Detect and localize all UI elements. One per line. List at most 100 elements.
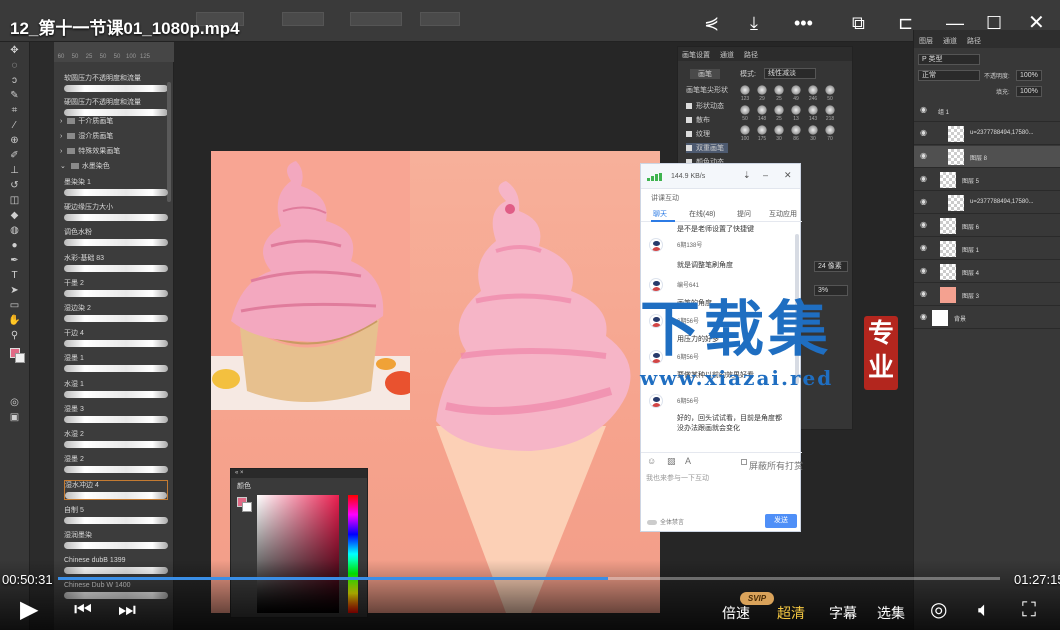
play-icon[interactable]: ▶ [20,598,38,622]
mini-mode-icon[interactable]: ⊏ [898,12,913,34]
brush-tip[interactable] [791,85,801,95]
path-select-icon[interactable]: ➤ [8,285,22,297]
brush-preset[interactable]: 湿润墨染 [64,531,168,549]
brush-tip[interactable] [825,85,835,95]
visibility-eye-icon[interactable]: ◉ [920,221,928,229]
tab-layers[interactable]: 图层 [919,36,933,46]
brush-tip[interactable] [774,105,784,115]
quick-select-tool-icon[interactable]: ✎ [8,90,22,102]
layer-row[interactable]: ◉ 图层 5 [914,169,1060,191]
brush-tip[interactable] [757,125,767,135]
mute-all-toggle[interactable]: 全体禁言 [647,517,684,526]
layer-row[interactable]: ◉ 图层 3 [914,284,1060,306]
quality-button[interactable]: 超清 [777,603,805,623]
zoom-tool-icon[interactable]: ⚲ [8,330,22,342]
checkbox[interactable] [741,458,747,465]
chat-input[interactable]: 我也来参与一下互动 [646,473,796,483]
move-tool-icon[interactable]: ✥ [8,45,22,57]
background-color-swatch[interactable] [242,502,252,512]
brush-tip[interactable] [757,105,767,115]
brush-preset[interactable]: 硬圆压力不透明度和流量 [64,98,168,116]
brush-tip[interactable] [808,105,818,115]
send-button[interactable]: 发送 [765,514,797,528]
brush-preset-button[interactable]: 画笔 [690,69,720,79]
type-tool-icon[interactable]: T [8,270,22,282]
brush-preset[interactable]: 湿墨 1 [64,354,168,373]
brush-size[interactable]: 125 [138,54,152,60]
fill-field[interactable]: 100% [1016,86,1042,97]
checkbox[interactable] [686,103,692,110]
mode-select[interactable]: 线性减淡 [764,68,816,79]
size-field[interactable]: 24 像素 [814,261,848,272]
settings-icon[interactable]: ◎ [930,598,947,622]
tab-channels[interactable]: 通道 [943,36,957,46]
visibility-eye-icon[interactable]: ◉ [920,175,928,183]
brush-size[interactable]: 50 [68,54,82,60]
episodes-button[interactable]: 选集 [877,603,905,623]
brush-size[interactable]: 25 [82,54,96,60]
eyedropper-tool-icon[interactable]: ⁄ [8,120,22,132]
layer-row[interactable]: ◉ 图层 4 [914,261,1060,283]
brush-preset[interactable]: 自制 5 [64,506,168,524]
layer-row[interactable]: ◉ 图层 6 [914,215,1060,237]
brush-size[interactable]: 60 [54,54,68,60]
fullscreen-icon[interactable]: ⛶ [1022,598,1036,622]
visibility-eye-icon[interactable]: ◉ [920,313,928,321]
brush-tip[interactable] [791,105,801,115]
hand-tool-icon[interactable]: ✋ [8,315,22,327]
emoji-icon[interactable]: ☺ [647,456,656,466]
speed-button[interactable]: 倍速 [722,603,750,623]
ps-option-field[interactable] [282,12,324,26]
opacity-field[interactable]: 100% [1016,70,1042,81]
tab-channels[interactable]: 通道 [720,50,734,60]
pip-icon[interactable]: ⧉ [852,12,865,34]
brush-tip[interactable] [774,125,784,135]
brush-preset[interactable]: 湿墨 3 [64,405,168,423]
ps-option-field[interactable] [350,12,402,26]
option-shape-dynamics[interactable]: 形状动态 [686,101,724,111]
blend-mode-select[interactable]: 正常 [918,70,980,81]
brush-tip[interactable] [825,125,835,135]
font-icon[interactable]: A [685,456,691,466]
visibility-eye-icon[interactable]: ◉ [920,198,928,206]
crop-tool-icon[interactable]: ⌗ [8,105,22,117]
brush-folder[interactable]: › 干介质画笔 [60,116,113,126]
tab-interactive-apps[interactable]: 互动应用 [769,209,797,219]
brush-preset[interactable]: 软圆压力不透明度和流量 [64,74,168,92]
brush-preset[interactable]: 干边 4 [64,329,168,348]
blur-tool-icon[interactable]: ◍ [8,225,22,237]
checkbox[interactable] [686,117,692,124]
previous-icon[interactable]: ⏮ [74,598,92,622]
shield-rewards-toggle[interactable]: 屏蔽所有打赏 [741,456,803,471]
checkbox[interactable] [686,145,692,152]
visibility-eye-icon[interactable]: ◉ [920,267,928,275]
layer-row[interactable]: ◉ u=2377788494,17580... [914,123,1060,145]
toggle-switch[interactable] [647,519,657,525]
tab-questions[interactable]: 提问 [737,209,751,219]
layer-row[interactable]: ◉ 图层 1 [914,238,1060,260]
tab-paths[interactable]: 路径 [967,36,981,46]
brush-folder[interactable]: › 特殊效果画笔 [60,146,120,156]
brush-tip[interactable] [825,105,835,115]
brush-preset[interactable]: 湿墨 2 [64,455,168,474]
visibility-eye-icon[interactable]: ◉ [920,290,928,298]
image-icon[interactable]: ▧ [667,456,676,467]
brush-preset[interactable]: 干墨 2 [64,279,168,297]
brush-tip[interactable] [757,85,767,95]
history-brush-icon[interactable]: ↺ [8,180,22,192]
eraser-tool-icon[interactable]: ◫ [8,195,22,207]
brush-tip[interactable] [791,125,801,135]
pen-tool-icon[interactable]: ✒ [8,255,22,267]
option-texture[interactable]: 纹理 [686,129,710,139]
screen-mode-icon[interactable]: ▣ [8,412,22,424]
brush-preset[interactable]: 湿边染 2 [64,304,168,322]
visibility-eye-icon[interactable]: ◉ [920,244,928,252]
volume-icon[interactable]: 🔈︎ [978,598,990,622]
progress-bar[interactable] [58,577,1000,580]
shape-tool-icon[interactable]: ▭ [8,300,22,312]
minimize-window-icon[interactable]: — [946,12,964,34]
quick-mask-icon[interactable]: ◎ [8,397,22,409]
brush-tool-icon[interactable]: ✐ [8,150,22,162]
brush-size[interactable]: 100 [124,54,138,60]
marquee-tool-icon[interactable]: ◌ [8,60,22,72]
